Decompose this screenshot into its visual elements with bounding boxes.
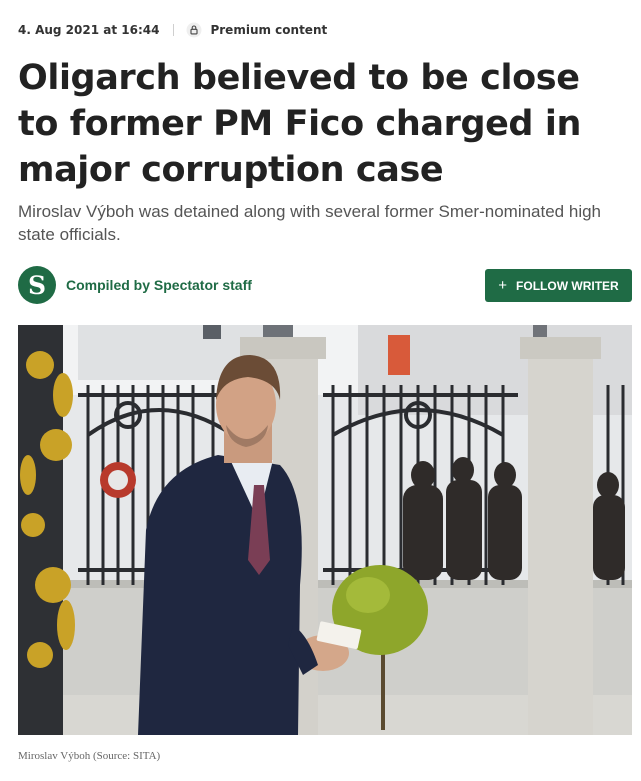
publish-date: 4. Aug 2021 at 16:44: [18, 23, 160, 37]
author-name[interactable]: Compiled by Spectator staff: [66, 277, 252, 293]
photo-illustration: [18, 325, 632, 735]
premium-badge: Premium content: [210, 23, 328, 37]
article-page: 4. Aug 2021 at 16:44 Premium content Oli…: [0, 0, 641, 781]
article-photo[interactable]: [18, 325, 632, 735]
author-avatar[interactable]: S: [18, 266, 56, 304]
meta-divider: [173, 24, 175, 36]
photo-caption: Miroslav Výboh (Source: SITA): [18, 750, 161, 762]
article-meta: 4. Aug 2021 at 16:44 Premium content: [18, 22, 327, 38]
plus-icon: +: [498, 277, 508, 294]
article-perex: Miroslav Výboh was detained along with s…: [18, 202, 602, 244]
follow-writer-label: FOLLOW WRITER: [516, 278, 619, 293]
lock-icon: [186, 22, 202, 38]
article-headline: Oligarch believed to be close to former …: [18, 58, 581, 190]
follow-writer-button[interactable]: + FOLLOW WRITER: [485, 269, 632, 302]
author-block[interactable]: S Compiled by Spectator staff: [18, 266, 252, 304]
